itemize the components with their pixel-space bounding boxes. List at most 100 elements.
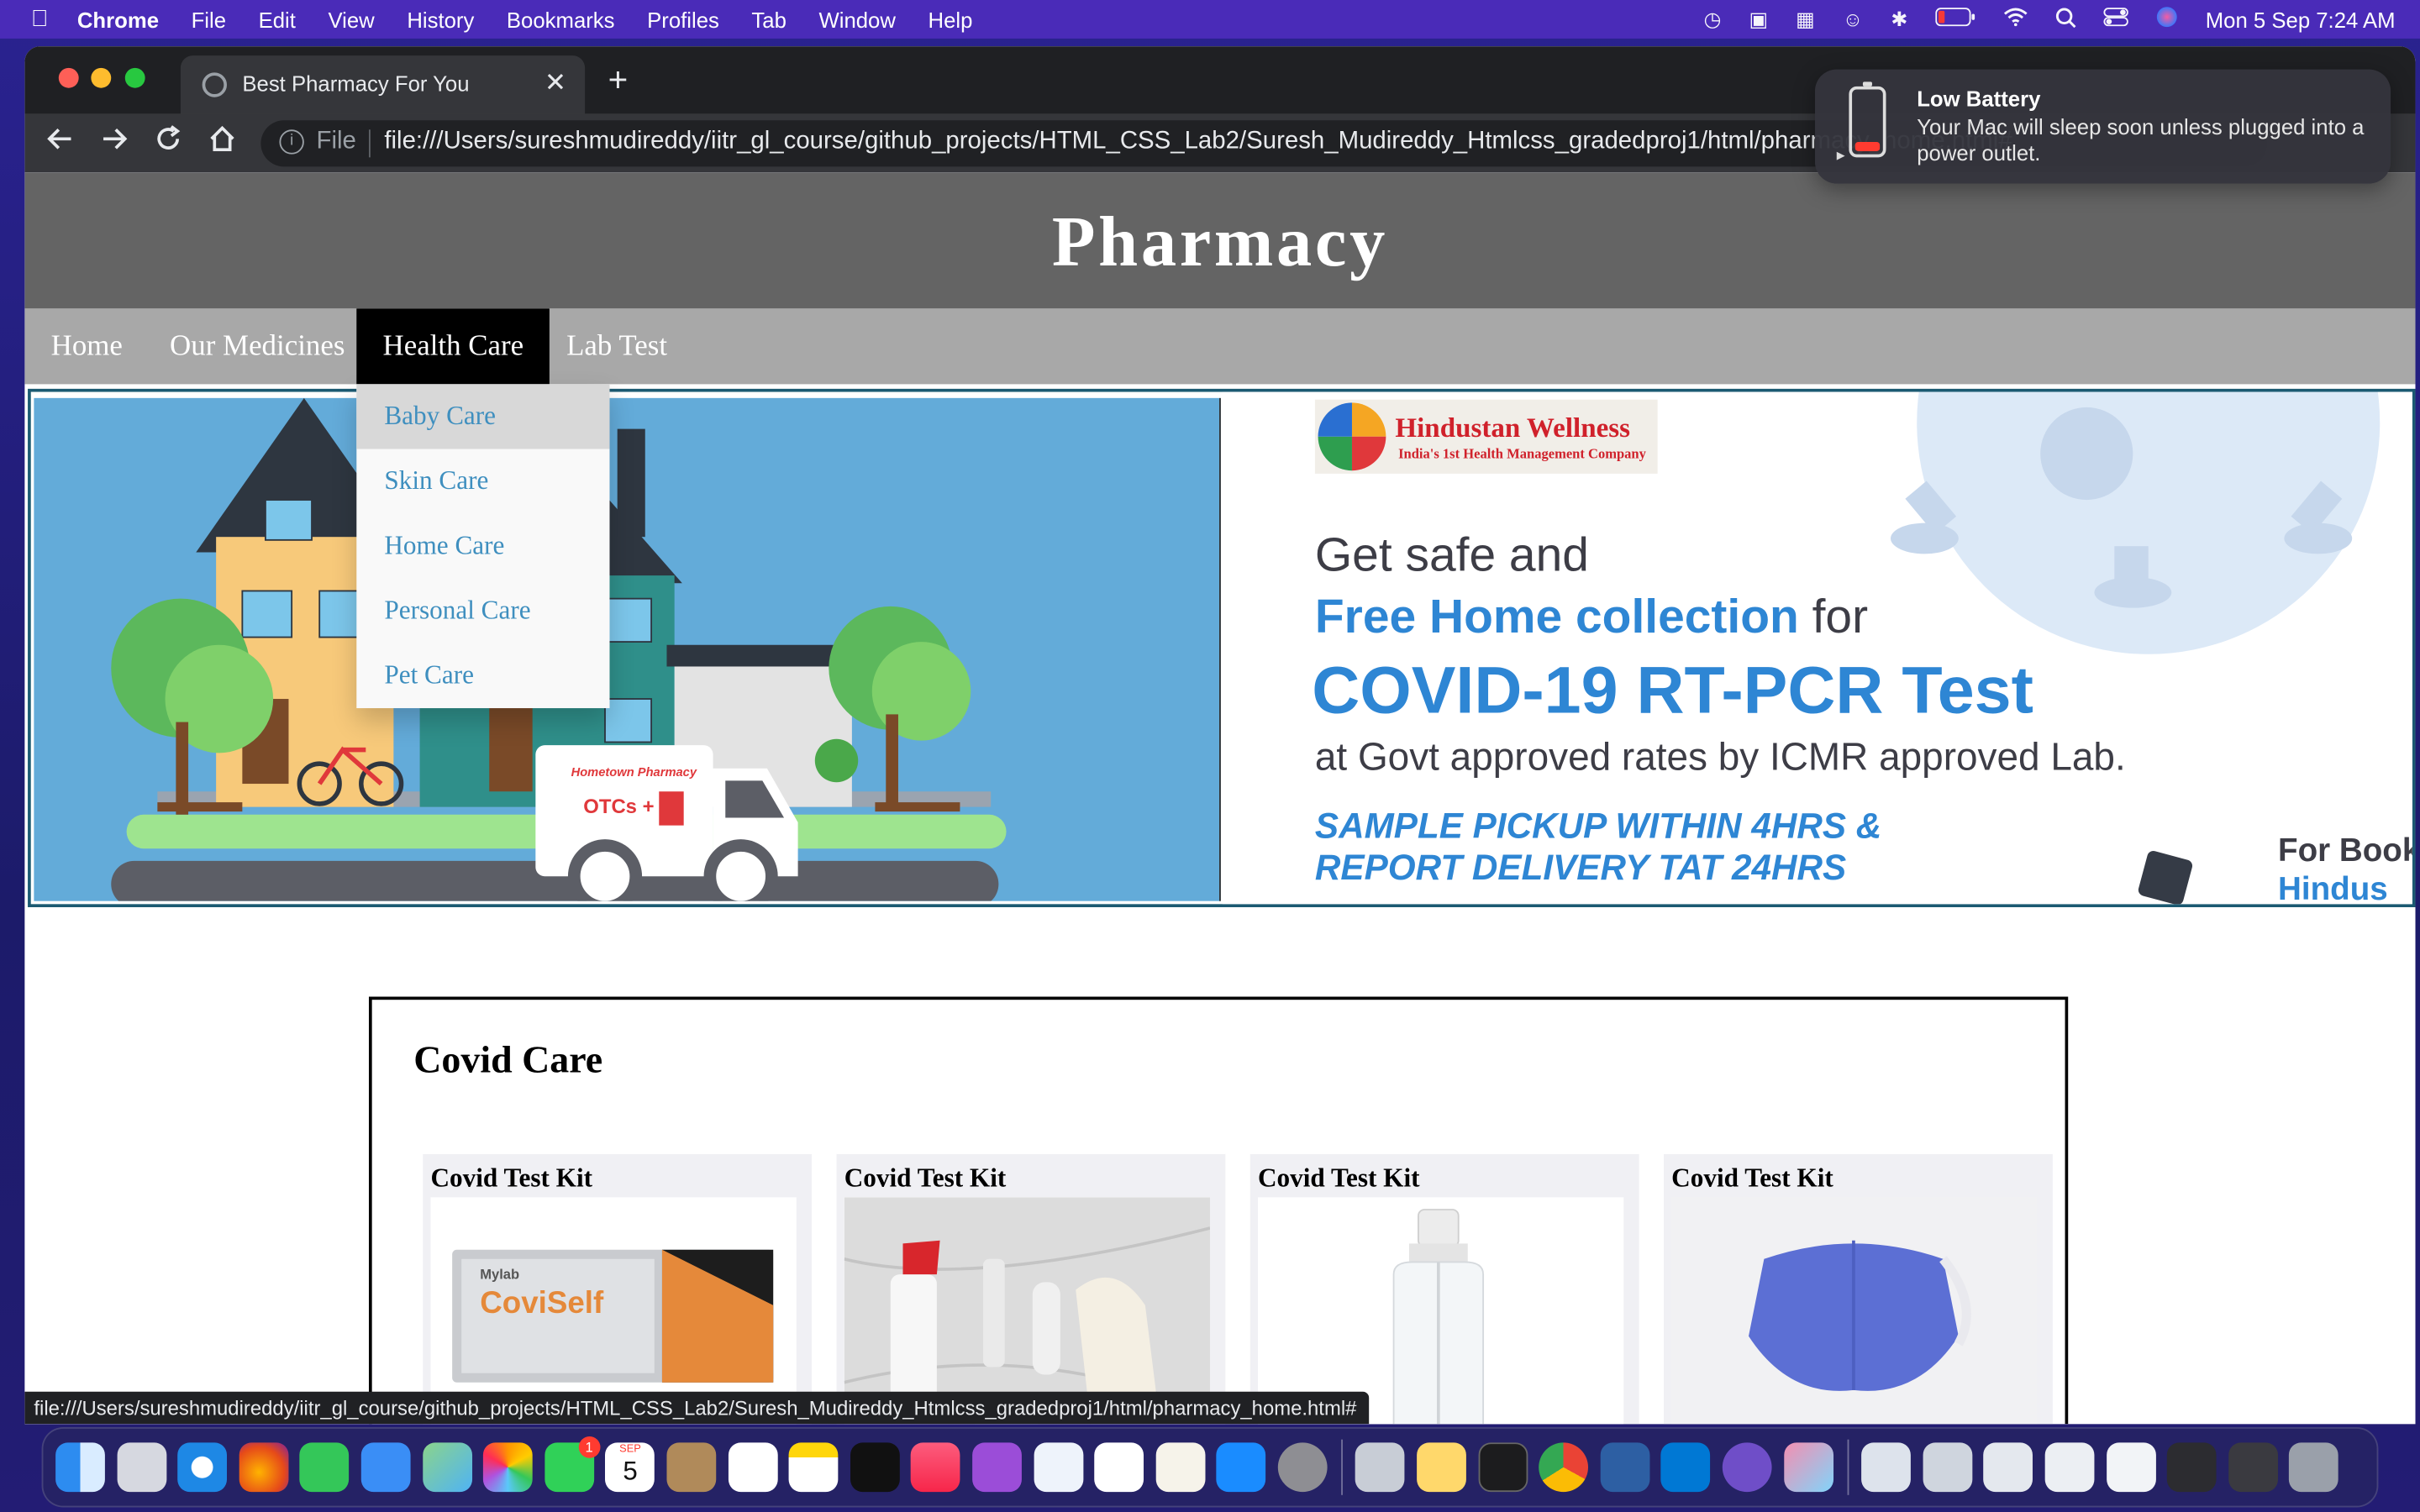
menu-view[interactable]: View (328, 7, 374, 31)
menu-tab[interactable]: Tab (751, 7, 786, 31)
dropdown-baby-care[interactable]: Baby Care (356, 384, 610, 449)
dropdown-pet-care[interactable]: Pet Care (356, 643, 609, 708)
podcasts-icon[interactable] (971, 1442, 1022, 1493)
zoom-window-button[interactable] (124, 67, 145, 88)
notification-title: Low Battery (1917, 86, 2041, 112)
color-picker-icon[interactable] (1783, 1442, 1833, 1493)
safari-icon[interactable] (177, 1442, 228, 1493)
bluetooth-icon[interactable]: ✱ (1891, 7, 1907, 31)
menu-app-name[interactable]: Chrome (77, 7, 159, 31)
dock-divider (1341, 1439, 1344, 1495)
product-image-sanitizer-kit[interactable] (844, 1197, 1210, 1425)
close-window-button[interactable] (58, 67, 79, 88)
numbers-icon[interactable] (1094, 1442, 1144, 1493)
wifi-icon[interactable] (2003, 8, 2028, 31)
pages-icon[interactable] (1155, 1442, 1205, 1493)
home-icon[interactable] (208, 125, 236, 160)
product-card[interactable]: Covid Test Kit Mylab CoviSelf (423, 1153, 813, 1425)
terminal-icon[interactable] (1477, 1442, 1528, 1493)
photos-icon[interactable] (483, 1442, 533, 1493)
system-preferences-icon[interactable] (1277, 1442, 1328, 1493)
app-store-icon[interactable] (1216, 1442, 1266, 1493)
notification-expand-icon[interactable]: ▶ (1837, 150, 1845, 162)
user-icon[interactable]: ☺ (1843, 8, 1863, 31)
siri-icon[interactable] (2156, 6, 2178, 32)
preview-icon[interactable] (1355, 1442, 1406, 1493)
battery-icon[interactable] (1935, 8, 1975, 31)
status-menus: ◷ ▣ ▦ ☺ ✱ Mon 5 Sep 7:24 AM (1676, 0, 2396, 39)
bootstrap-studio-icon[interactable] (1722, 1442, 1772, 1493)
close-tab-icon[interactable]: ✕ (544, 68, 566, 99)
nav-health-care[interactable]: Health Care (356, 308, 550, 385)
menu-history[interactable]: History (407, 7, 474, 31)
menu-bookmarks[interactable]: Bookmarks (507, 7, 615, 31)
notes-icon[interactable] (788, 1442, 839, 1493)
menu-clock[interactable]: Mon 5 Sep 7:24 AM (2206, 7, 2396, 31)
app-status-icon[interactable]: ▣ (1749, 7, 1768, 31)
reminders-icon[interactable] (728, 1442, 777, 1493)
input-source-icon[interactable]: ▦ (1796, 7, 1815, 31)
advert-pickup-text: SAMPLE PICKUP WITHIN 4HRS & (1314, 805, 1882, 846)
dropdown-personal-care[interactable]: Personal Care (356, 579, 609, 643)
keynote-icon[interactable] (1033, 1442, 1083, 1493)
menu-edit[interactable]: Edit (259, 7, 296, 31)
mysql-workbench-icon[interactable] (1600, 1442, 1650, 1493)
minimized-window-thumbnail[interactable] (1923, 1442, 1973, 1493)
vscode-icon[interactable] (1661, 1442, 1711, 1493)
finder-icon[interactable] (55, 1442, 105, 1493)
back-arrow-icon[interactable] (46, 125, 74, 160)
launchpad-icon[interactable] (116, 1442, 166, 1493)
forward-arrow-icon[interactable] (100, 125, 128, 160)
nav-home[interactable]: Home (24, 308, 149, 384)
minimize-window-button[interactable] (91, 67, 112, 88)
minimized-window-thumbnail[interactable] (2044, 1442, 2095, 1493)
tab-pharmacy[interactable]: Best Pharmacy For You ✕ (180, 55, 586, 114)
menu-file[interactable]: File (192, 7, 226, 31)
product-image-spray-bottle[interactable] (1257, 1197, 1624, 1425)
facetime-icon[interactable]: 1 (544, 1436, 601, 1493)
apple-tv-icon[interactable] (850, 1442, 900, 1493)
site-info-icon[interactable]: i (279, 129, 304, 155)
maps-icon[interactable] (422, 1442, 472, 1493)
minimized-window-thumbnail[interactable] (2167, 1442, 2217, 1493)
product-image-test-kit[interactable]: Mylab CoviSelf (430, 1197, 797, 1425)
menu-window[interactable]: Window (818, 7, 895, 31)
reload-icon[interactable] (155, 125, 182, 160)
time-machine-icon[interactable]: ◷ (1704, 7, 1722, 31)
contacts-icon[interactable] (666, 1442, 717, 1493)
minimized-window-thumbnail[interactable] (1983, 1442, 2033, 1493)
product-image-face-mask[interactable] (1671, 1197, 2038, 1425)
apple-icon[interactable]:  (31, 6, 55, 32)
control-center-icon[interactable] (2103, 8, 2128, 31)
minimized-window-thumbnail[interactable] (1861, 1442, 1912, 1493)
music-icon[interactable] (911, 1442, 961, 1493)
advert-delivery-text: REPORT DELIVERY TAT 24HRS (1314, 847, 1847, 888)
menu-help[interactable]: Help (929, 7, 973, 31)
product-card[interactable]: Covid Test Kit (1249, 1153, 1639, 1425)
dropdown-home-care[interactable]: Home Care (356, 514, 609, 579)
low-battery-notification[interactable]: ▶ Low Battery Your Mac will sleep soon u… (1815, 69, 2391, 184)
product-card[interactable]: Covid Test Kit (1664, 1153, 2053, 1425)
messages-icon[interactable] (300, 1442, 350, 1493)
product-card[interactable]: Covid Test Kit (836, 1153, 1226, 1425)
minimized-window-thumbnail[interactable] (2228, 1442, 2278, 1493)
chrome-icon[interactable] (1539, 1442, 1589, 1493)
mail-icon[interactable] (360, 1442, 411, 1493)
advert-hindustan-edge-text: Hindus (2278, 871, 2388, 907)
nav-our-medicines[interactable]: Our Medicines (144, 308, 371, 384)
minimized-window-thumbnail[interactable] (2106, 1442, 2156, 1493)
nav-lab-test[interactable]: Lab Test (540, 308, 693, 384)
new-tab-button[interactable]: + (608, 60, 629, 101)
battery-low-icon (1849, 81, 1886, 158)
dropdown-skin-care[interactable]: Skin Care (356, 449, 609, 513)
trash-icon[interactable] (2289, 1442, 2339, 1493)
menu-profiles[interactable]: Profiles (647, 7, 719, 31)
calendar-icon[interactable]: SEP 5 (605, 1442, 655, 1493)
advert-line-2: Free Home collection for (1315, 590, 1868, 645)
notification-body: Your Mac will sleep soon unless plugged … (1917, 113, 2365, 165)
firefox-icon[interactable] (239, 1442, 289, 1493)
covid-test-advert: Hindustan Wellness India's 1st Health Ma… (1222, 391, 2412, 907)
spotlight-search-icon[interactable] (2055, 7, 2076, 31)
hindustan-wellness-logo: Hindustan Wellness India's 1st Health Ma… (1314, 399, 1658, 474)
stickies-icon[interactable] (1417, 1442, 1467, 1493)
